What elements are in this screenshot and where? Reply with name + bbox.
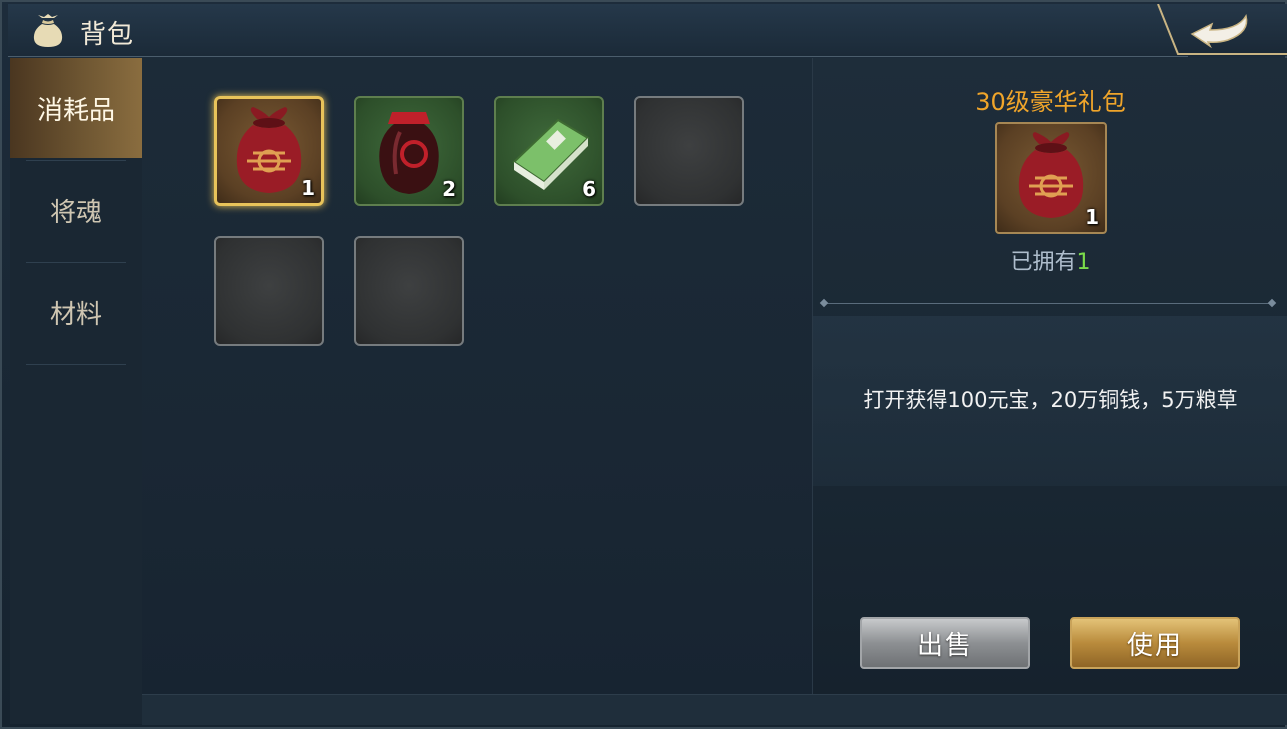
item-count: 1 (301, 176, 315, 200)
tab-divider (26, 364, 126, 365)
inventory-slot-empty[interactable] (214, 236, 324, 346)
tab-label: 消耗品 (36, 95, 115, 126)
tab-label: 材料 (49, 299, 102, 330)
item-description: 打开获得100元宝，20万铜钱，5万粮草 (863, 388, 1238, 412)
use-button-label: 使用 (1126, 630, 1183, 661)
item-count: 6 (582, 177, 596, 201)
divider-ornament (1267, 298, 1277, 308)
inventory-slot[interactable]: 6 (494, 96, 604, 206)
tab-consumables[interactable]: 消耗品 (10, 58, 142, 158)
tab-souls[interactable]: 将魂 (10, 160, 142, 260)
owned-label: 已拥有 (1010, 250, 1077, 275)
tab-materials[interactable]: 材料 (10, 262, 142, 362)
back-button[interactable] (1188, 10, 1260, 50)
inventory-slot-empty[interactable] (354, 236, 464, 346)
owned-count: 1 (1076, 250, 1091, 275)
item-count: 1 (1085, 205, 1099, 229)
item-count: 2 (442, 177, 456, 201)
bottom-bar (142, 694, 1287, 725)
back-arrow-icon (1190, 14, 1248, 49)
item-preview: 1 (995, 122, 1107, 234)
page-title: 背包 (80, 20, 135, 50)
item-detail-panel: 30级豪华礼包 1 已拥有1 打开获得100元宝，20万铜钱，5万粮草 出售 使… (812, 58, 1287, 694)
sell-button-label: 出售 (916, 630, 973, 661)
tab-label: 将魂 (49, 197, 102, 228)
sell-button[interactable]: 出售 (860, 617, 1030, 669)
category-sidebar: 消耗品 将魂 材料 (10, 58, 143, 724)
divider-ornament (819, 298, 829, 308)
owned-info: 已拥有1 (813, 244, 1287, 276)
inventory-grid: 1 2 6 (142, 58, 812, 694)
divider (823, 303, 1273, 304)
use-button[interactable]: 使用 (1070, 617, 1240, 669)
title-bar: 背包 (8, 4, 1188, 57)
item-name: 30级豪华礼包 (975, 88, 1126, 116)
inventory-slot[interactable]: 2 (354, 96, 464, 206)
inventory-slot[interactable]: 1 (214, 96, 324, 206)
inventory-slot-empty[interactable] (634, 96, 744, 206)
bag-icon (33, 14, 63, 47)
